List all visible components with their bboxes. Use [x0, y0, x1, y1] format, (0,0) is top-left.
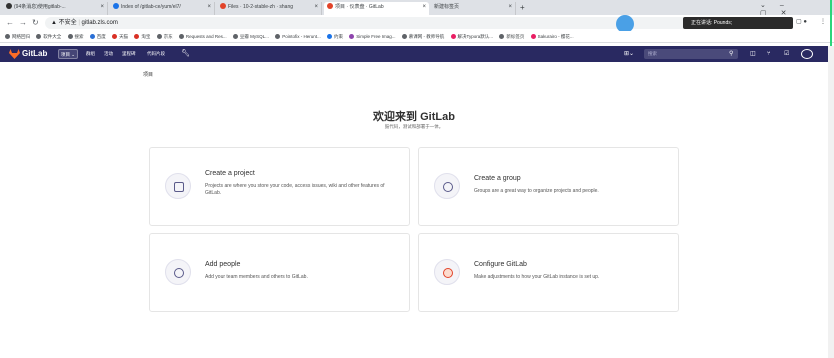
- merge-requests-icon[interactable]: ⑂: [767, 46, 771, 62]
- issues-icon[interactable]: ◫: [750, 46, 756, 62]
- card-description: Groups are a great way to organize proje…: [474, 188, 599, 194]
- forward-icon[interactable]: →: [19, 17, 27, 29]
- tab-label: Index of /gitlab-ce/yum/el7/: [121, 4, 181, 10]
- card-title: Configure GitLab: [474, 261, 527, 268]
- reload-icon[interactable]: ↻: [32, 17, 39, 29]
- bookmark-item[interactable]: Simple Free Imag...: [349, 31, 396, 42]
- warning-icon: ▲: [51, 20, 57, 26]
- tab-favicon-icon: [6, 3, 12, 9]
- bookmark-item[interactable]: 豆瓣 MySQL...: [232, 31, 269, 42]
- close-tab-icon[interactable]: ×: [508, 2, 512, 13]
- back-icon[interactable]: ←: [6, 17, 14, 29]
- bookmark-item[interactable]: Sakurairo - 樱花...: [530, 31, 574, 42]
- card-title: Add people: [205, 261, 241, 268]
- bookmark-item[interactable]: Requests and Res...: [178, 31, 227, 42]
- tab-label: Files · 10-2-stable-zh · shang: [228, 4, 294, 10]
- bookmark-item[interactable]: 京东: [156, 31, 173, 42]
- new-plus-icon[interactable]: ⊞⌄: [624, 46, 634, 62]
- bookmark-item[interactable]: 百度: [89, 31, 106, 42]
- speaking-indicator: 正在讲话: Pounds;: [683, 17, 793, 29]
- project-icon: [165, 173, 191, 199]
- close-tab-icon[interactable]: ×: [314, 2, 318, 13]
- security-label: 不安全: [58, 20, 77, 26]
- welcome-subtitle: 鼓代码，测试和部署于一体。: [384, 124, 444, 129]
- card-title: Create a project: [205, 170, 255, 177]
- screen: (94条消息)使用gitlab-... × Index of /gitlab-ce…: [0, 0, 834, 358]
- tab-csdn[interactable]: (94条消息)使用gitlab-... ×: [3, 2, 108, 15]
- card-title: Create a group: [474, 175, 521, 182]
- bookmark-item[interactable]: 淘宝: [134, 31, 150, 42]
- configure-gitlab-card[interactable]: Configure GitLab Make adjustments to how…: [418, 233, 679, 312]
- tab-files[interactable]: Files · 10-2-stable-zh · shang ×: [217, 2, 322, 15]
- add-people-card[interactable]: Add people Add your team members and oth…: [149, 233, 410, 312]
- nav-activity[interactable]: 活动: [104, 46, 113, 62]
- bookmark-item[interactable]: 约束: [326, 31, 343, 42]
- bookmark-item[interactable]: 网络回归: [5, 31, 30, 42]
- close-tab-icon[interactable]: ×: [207, 2, 211, 13]
- settings-gear-icon: [434, 259, 460, 285]
- create-group-card[interactable]: Create a group Groups are a great way to…: [418, 147, 679, 226]
- card-description: Make adjustments to how your GitLab inst…: [474, 274, 600, 280]
- card-description: Add your team members and others to GitL…: [205, 274, 308, 280]
- new-tab-plus-icon[interactable]: +: [520, 2, 525, 13]
- tab-label: (94条消息)使用gitlab-...: [14, 4, 66, 10]
- gitlab-wordmark[interactable]: GitLab: [22, 46, 47, 62]
- bookmark-item[interactable]: 天猫: [112, 31, 128, 42]
- nav-projects[interactable]: 项目 ⌄: [58, 49, 79, 59]
- search-input[interactable]: 搜索: [644, 49, 738, 59]
- address-bar[interactable]: ▲ 不安全 | gitlab.zls.com: [45, 17, 745, 29]
- green-edge-indicator: [830, 0, 832, 46]
- speaking-text: 正在讲话: Pounds;: [691, 20, 733, 26]
- group-icon: [434, 173, 460, 199]
- bookmark-item[interactable]: 慕课网 - 教师导航: [401, 31, 444, 42]
- tab-favicon-icon: [113, 3, 119, 9]
- nav-snippets[interactable]: 代码片段: [147, 46, 165, 62]
- search-icon[interactable]: ⚲: [729, 46, 733, 62]
- menu-icon[interactable]: ⋮: [820, 18, 826, 25]
- user-icon: [165, 259, 191, 285]
- close-tab-icon[interactable]: ×: [100, 2, 104, 13]
- tab-label: 项目 · 仪表盘 · GitLab: [335, 4, 384, 10]
- card-description: Projects are where you store your code, …: [205, 183, 385, 196]
- welcome-title: 欢迎来到 GitLab: [373, 111, 455, 123]
- url-text: gitlab.zls.com: [81, 20, 118, 26]
- tab-index-of[interactable]: Index of /gitlab-ce/yum/el7/ ×: [110, 2, 215, 15]
- todos-icon[interactable]: ☑: [784, 46, 789, 62]
- nav-groups[interactable]: 群组: [86, 46, 95, 62]
- tab-label: 新建标签页: [434, 4, 460, 10]
- bookmark-item[interactable]: 新标签页: [499, 31, 524, 42]
- profile-icon[interactable]: ▢ ●: [796, 18, 807, 25]
- bookmark-item[interactable]: 解决Typora默认...: [450, 31, 493, 42]
- tab-favicon-icon: [327, 3, 333, 9]
- bookmark-item[interactable]: 软件大全: [36, 31, 61, 42]
- bookmark-item[interactable]: Pointofix - Herunt...: [275, 31, 321, 42]
- scrollbar[interactable]: [828, 46, 834, 358]
- breadcrumb[interactable]: 项目: [143, 71, 153, 78]
- user-avatar[interactable]: [801, 49, 813, 59]
- tab-favicon-icon: [220, 3, 226, 9]
- gitlab-logo-icon[interactable]: [9, 49, 20, 59]
- tab-new[interactable]: 新建标签页 ×: [431, 2, 516, 15]
- bookmarks-bar: 网络回归 软件大全 搜索 百度 天猫 淘宝 京东 Requests and Re…: [0, 31, 834, 43]
- admin-wrench-icon[interactable]: 🔧︎: [181, 46, 190, 62]
- close-tab-icon[interactable]: ×: [422, 2, 426, 13]
- tab-gitlab-active[interactable]: 项目 · 仪表盘 · GitLab ×: [324, 2, 429, 15]
- bookmark-item[interactable]: 搜索: [67, 31, 84, 42]
- create-project-card[interactable]: Create a project Projects are where you …: [149, 147, 410, 226]
- nav-milestones[interactable]: 里程碑: [122, 46, 136, 62]
